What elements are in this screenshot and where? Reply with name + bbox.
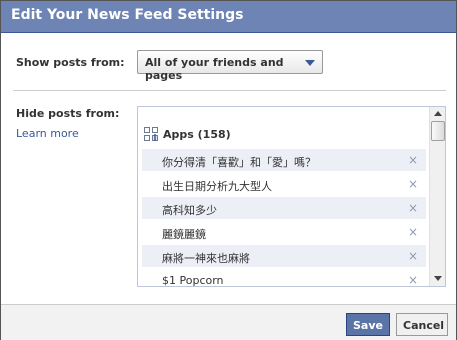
list-item-label: 麗鏡麗鏡 — [162, 228, 206, 241]
hidden-sources-list[interactable]: Apps (158) 你分得清「喜歡」和「愛」嗎？ × 出生日期分析九大型人 ×… — [137, 106, 446, 287]
show-posts-selected: All of your friends and pages — [145, 56, 284, 82]
hide-posts-label: Hide posts from: — [16, 107, 120, 120]
list-item-label: 出生日期分析九大型人 — [162, 180, 272, 193]
list-item-label: 麻將一神來也麻將 — [162, 252, 250, 265]
news-feed-settings-dialog: Edit Your News Feed Settings Show posts … — [0, 0, 457, 340]
remove-item-icon[interactable]: × — [408, 225, 418, 239]
cancel-button[interactable]: Cancel — [396, 313, 448, 336]
list-item: 出生日期分析九大型人 × — [142, 173, 426, 195]
scroll-up-arrow-icon[interactable] — [434, 111, 442, 116]
dropdown-arrow-icon — [305, 60, 315, 66]
section-divider — [13, 90, 446, 91]
list-item-label: $1 Popcorn — [162, 274, 224, 287]
list-item: 你分得清「喜歡」和「愛」嗎？ × — [142, 149, 426, 171]
show-posts-label: Show posts from: — [16, 56, 125, 69]
save-button[interactable]: Save — [346, 313, 390, 336]
list-item-label: 高科知多少 — [162, 204, 217, 217]
list-item: 麻將一神來也麻將 × — [142, 245, 426, 267]
remove-item-icon[interactable]: × — [408, 249, 418, 263]
apps-icon — [144, 127, 158, 141]
remove-item-icon[interactable]: × — [408, 273, 418, 286]
list-item: 高科知多少 × — [142, 197, 426, 219]
dialog-footer: Save Cancel — [1, 304, 456, 340]
dialog-title: Edit Your News Feed Settings — [11, 7, 244, 23]
scrollbar-thumb[interactable] — [431, 121, 445, 141]
remove-item-icon[interactable]: × — [408, 177, 418, 191]
list-item: 麗鏡麗鏡 × — [142, 221, 426, 243]
show-posts-dropdown[interactable]: All of your friends and pages — [137, 50, 323, 82]
dialog-title-bar: Edit Your News Feed Settings — [1, 1, 456, 33]
list-item-label: 你分得清「喜歡」和「愛」嗎？ — [162, 156, 316, 169]
remove-item-icon[interactable]: × — [408, 153, 418, 167]
remove-item-icon[interactable]: × — [408, 201, 418, 215]
apps-group-label: Apps (158) — [163, 128, 231, 141]
list-item: $1 Popcorn × — [142, 269, 426, 287]
list-scrollbar[interactable] — [429, 107, 445, 286]
learn-more-link[interactable]: Learn more — [16, 127, 79, 140]
scroll-down-arrow-icon[interactable] — [434, 276, 442, 281]
apps-group-header: Apps (158) — [144, 125, 424, 145]
